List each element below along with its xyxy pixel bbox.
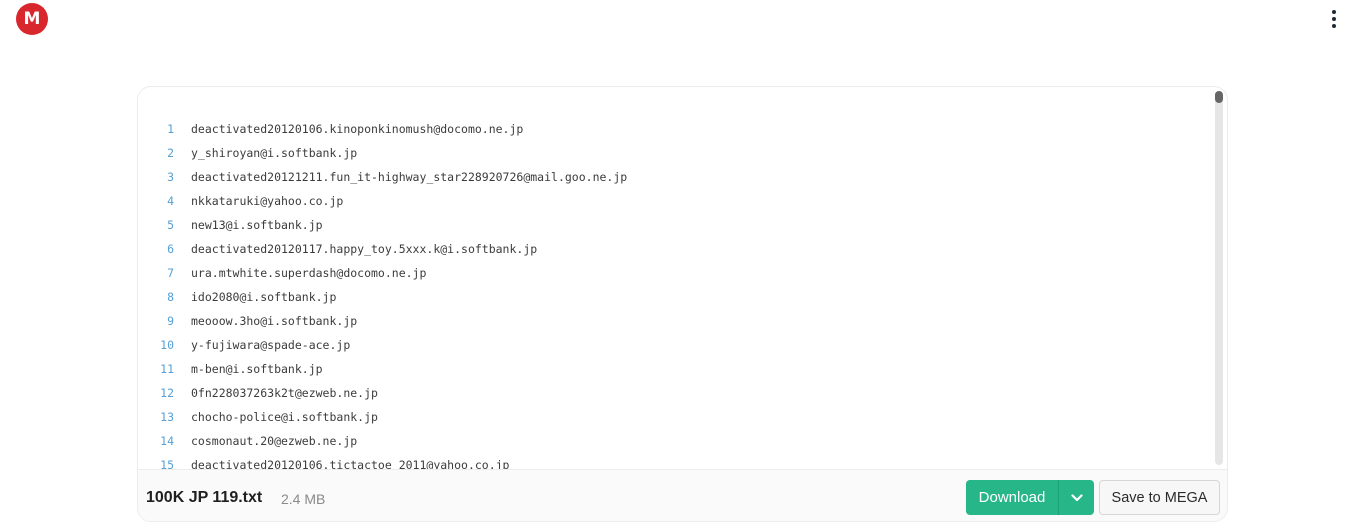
line-text: y_shiroyan@i.softbank.jp (191, 146, 358, 160)
text-line: 9 meooow.3ho@i.softbank.jp (138, 309, 627, 333)
line-text: cosmonaut.20@ezweb.ne.jp (191, 434, 358, 448)
scrollbar[interactable] (1215, 91, 1223, 465)
file-name: 100K JP 119.txt (146, 489, 263, 506)
line-text: nkkataruki@yahoo.co.jp (191, 194, 344, 208)
line-text: 0fn228037263k2t@ezweb.ne.jp (191, 386, 378, 400)
line-text: deactivated20121211.fun_it-highway_star2… (191, 170, 628, 184)
line-text: m-ben@i.softbank.jp (191, 362, 323, 376)
line-number: 3 (167, 170, 174, 184)
text-line: 13 chocho-police@i.softbank.jp (138, 405, 627, 429)
text-line: 3 deactivated20121211.fun_it-highway_star… (138, 165, 627, 189)
kebab-menu-icon[interactable] (1324, 8, 1344, 30)
line-text: deactivated20120106.kinoponkinomush@doco… (191, 122, 524, 136)
text-line: 5 new13@i.softbank.jp (138, 213, 627, 237)
line-text: chocho-police@i.softbank.jp (191, 410, 378, 424)
line-number: 9 (167, 314, 174, 328)
line-number: 4 (167, 194, 174, 208)
line-number: 5 (167, 218, 174, 232)
line-number: 12 (160, 386, 174, 400)
text-line: 8 ido2080@i.softbank.jp (138, 285, 627, 309)
text-line: 11 m-ben@i.softbank.jp (138, 357, 627, 381)
logo-letter: M (23, 8, 41, 29)
save-to-mega-button[interactable]: Save to MEGA (1099, 480, 1220, 515)
text-lines: 1 deactivated20120106.kinoponkinomush@doc… (138, 117, 627, 469)
file-preview-card: 1 deactivated20120106.kinoponkinomush@doc… (137, 86, 1228, 522)
line-text: new13@i.softbank.jp (191, 218, 323, 232)
line-text: meooow.3ho@i.softbank.jp (191, 314, 358, 328)
line-number: 8 (167, 290, 174, 304)
line-text: ido2080@i.softbank.jp (191, 290, 337, 304)
line-number: 14 (160, 434, 174, 448)
chevron-down-icon (1070, 493, 1083, 501)
text-line: 6 deactivated20120117.happy_toy.5xxx.k@i.… (138, 237, 627, 261)
text-line: 10 y-fujiwara@spade-ace.jp (138, 333, 627, 357)
text-line: 15 deactivated20120106.tictactoe_2011@yah… (138, 453, 627, 469)
line-number: 15 (160, 458, 174, 469)
line-text: ura.mtwhite.superdash@docomo.ne.jp (191, 266, 427, 280)
file-footer: 100K JP 119.txt 2.4 MB Download Save to … (138, 469, 1227, 521)
text-line: 4 nkkataruki@yahoo.co.jp (138, 189, 627, 213)
download-options-button[interactable] (1059, 480, 1094, 515)
mega-logo[interactable]: M (16, 3, 48, 35)
line-text: y-fujiwara@spade-ace.jp (191, 338, 351, 352)
line-number: 7 (167, 266, 174, 280)
text-line: 1 deactivated20120106.kinoponkinomush@doc… (138, 117, 627, 141)
line-number: 13 (160, 410, 174, 424)
line-text: deactivated20120117.happy_toy.5xxx.k@i.s… (191, 242, 538, 256)
line-number: 6 (167, 242, 174, 256)
text-viewer: 1 deactivated20120106.kinoponkinomush@doc… (138, 87, 1227, 469)
line-number: 11 (160, 362, 174, 376)
download-button[interactable]: Download (966, 480, 1058, 515)
text-line: 7 ura.mtwhite.superdash@docomo.ne.jp (138, 261, 627, 285)
line-number: 1 (167, 122, 174, 136)
file-size: 2.4 MB (281, 491, 326, 507)
download-button-group: Download (966, 480, 1094, 515)
text-line: 14 cosmonaut.20@ezweb.ne.jp (138, 429, 627, 453)
line-number: 2 (167, 146, 174, 160)
line-text: deactivated20120106.tictactoe_2011@yahoo… (191, 458, 510, 469)
line-number: 10 (160, 338, 174, 352)
text-line: 12 0fn228037263k2t@ezweb.ne.jp (138, 381, 627, 405)
scrollbar-thumb[interactable] (1215, 91, 1223, 103)
text-line: 2 y_shiroyan@i.softbank.jp (138, 141, 627, 165)
